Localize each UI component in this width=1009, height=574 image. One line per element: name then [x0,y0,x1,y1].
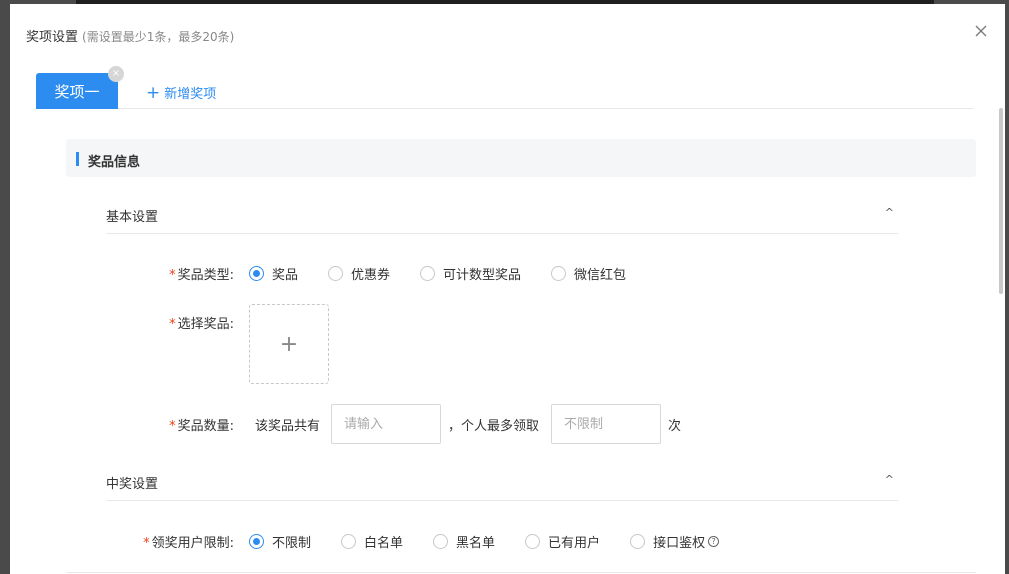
prize-type-radio-group: 奖品 优惠券 可计数型奖品 微信红包 [249,264,656,283]
radio-icon [525,534,541,549]
scrollbar[interactable] [999,108,1003,294]
radio-blacklist[interactable]: 黑名单 [433,532,495,551]
user-limit-label: * 领奖用户限制: [143,536,234,551]
divider [66,572,976,573]
radio-coupon[interactable]: 优惠券 [328,264,390,283]
prize-count-suffix: 次 [668,419,682,434]
prize-tabs: 奖项一 × + 新增奖项 [36,66,974,109]
add-prize-label: 新增奖项 [164,87,217,102]
prize-count-prefix: 该奖品共有 [255,419,321,434]
chevron-up-icon[interactable]: ^ [885,206,894,219]
radio-icon [341,534,357,549]
plus-icon: + [146,82,161,103]
prize-count-label: * 奖品数量: [169,419,234,434]
plus-icon: + [279,331,299,357]
radio-prize[interactable]: 奖品 [249,264,298,283]
required-mark: * [169,317,176,332]
user-limit-radio-group: 不限制 白名单 黑名单 已有用户 接口鉴权? [249,532,749,551]
radio-icon [328,266,344,281]
radio-icon [551,266,567,281]
dialog-hint: (需设置最少1条，最多20条) [82,30,235,44]
select-prize-upload[interactable]: + [249,304,329,384]
radio-countable-prize[interactable]: 可计数型奖品 [420,264,521,283]
help-icon[interactable]: ? [708,536,720,547]
winning-settings-header: 中奖设置 ^ [106,473,898,501]
close-icon[interactable] [974,24,988,38]
section-accent-bar [76,152,79,166]
radio-wechat-red-packet[interactable]: 微信红包 [551,264,626,283]
per-user-limit-input[interactable] [551,404,661,444]
total-count-input[interactable] [331,404,441,444]
basic-settings-header: 基本设置 ^ [106,206,898,234]
select-prize-label: * 选择奖品: [169,317,234,332]
radio-existing-users[interactable]: 已有用户 [525,532,600,551]
required-mark: * [169,419,176,434]
radio-icon [630,534,646,549]
prize-type-label: * 奖品类型: [169,268,234,283]
dialog-title: 奖项设置 [26,30,79,45]
tab-label: 奖项一 [54,82,100,101]
winning-settings-title: 中奖设置 [106,477,159,492]
section-header: 奖品信息 [66,139,976,177]
radio-api-auth[interactable]: 接口鉴权? [630,532,720,551]
chevron-up-icon[interactable]: ^ [885,473,894,486]
prize-count-middle: ，个人最多领取 [448,419,540,434]
dialog-header: 奖项设置 (需设置最少1条，最多20条) [26,26,234,45]
tab-prize-1[interactable]: 奖项一 [36,73,118,109]
add-prize-button[interactable]: + 新增奖项 [146,83,216,102]
basic-settings-title: 基本设置 [106,210,159,225]
radio-icon [433,534,449,549]
radio-icon [420,266,436,281]
prize-settings-dialog: 奖项设置 (需设置最少1条，最多20条) 奖项一 × + 新增奖项 奖品信息 基本… [10,4,1005,574]
section-title: 奖品信息 [88,155,141,170]
tab-close-icon[interactable]: × [108,66,124,82]
radio-icon [249,534,264,549]
required-mark: * [169,268,176,283]
radio-icon [249,266,264,281]
radio-whitelist[interactable]: 白名单 [341,532,403,551]
required-mark: * [143,536,150,551]
radio-no-limit[interactable]: 不限制 [249,532,311,551]
